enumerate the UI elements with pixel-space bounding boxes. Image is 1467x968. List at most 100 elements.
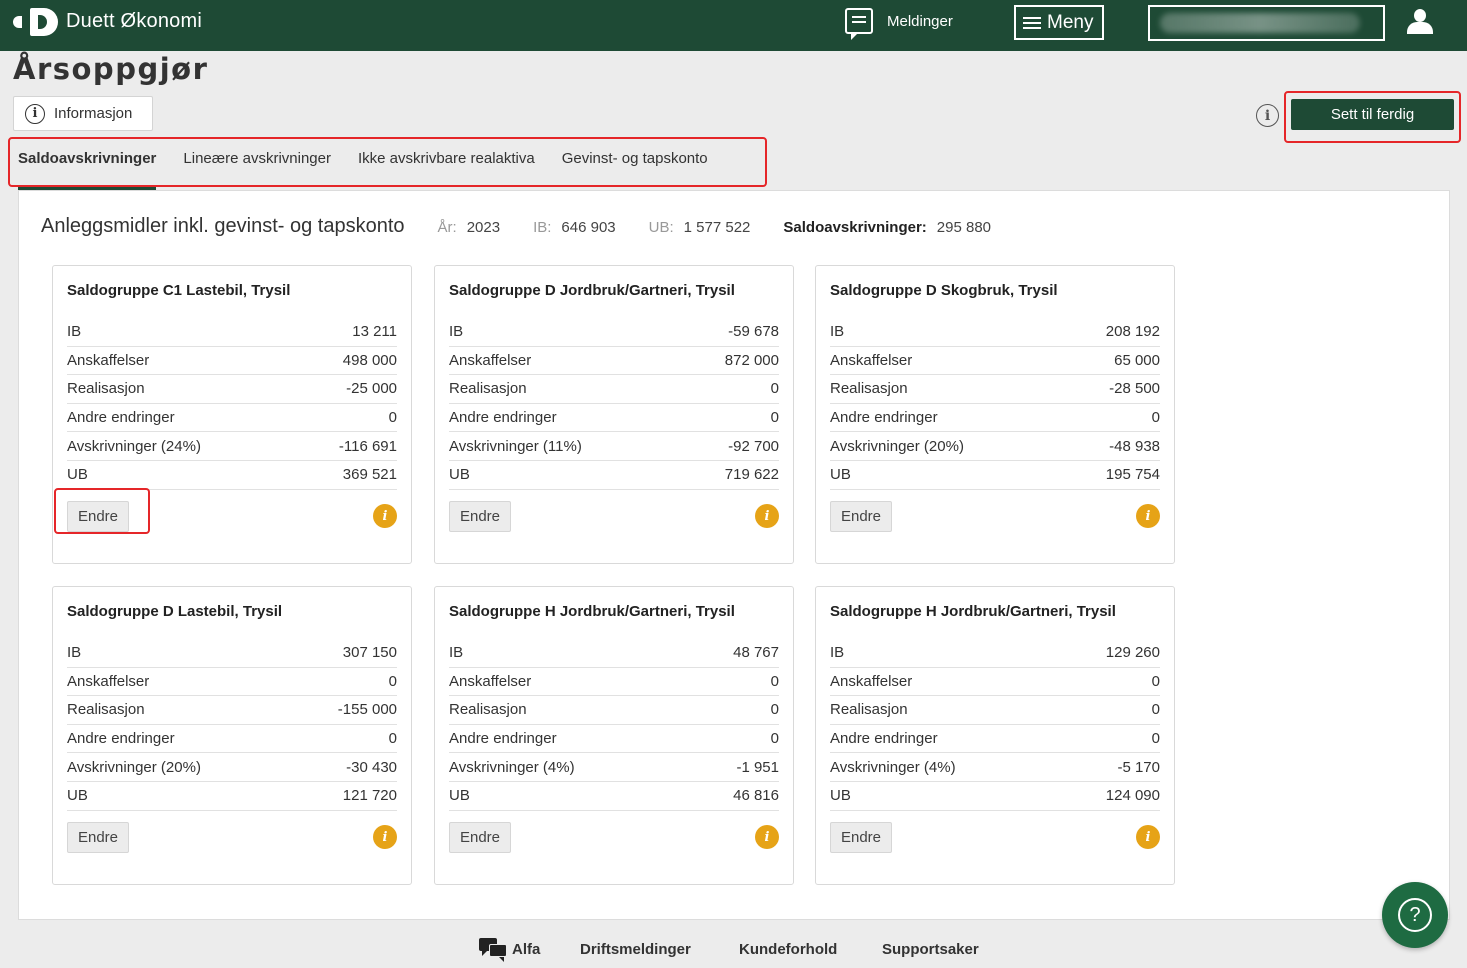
edit-button[interactable]: Endre <box>830 821 892 853</box>
row-value: 0 <box>388 409 397 427</box>
card-row: IB 208 192 <box>830 318 1160 347</box>
row-value: -48 938 <box>1109 437 1160 455</box>
card-title: Saldogruppe H Jordbruk/Gartneri, Trysil <box>830 603 1116 620</box>
row-value: 0 <box>388 672 397 690</box>
messages-button[interactable]: Meldinger <box>845 8 953 40</box>
row-label: UB <box>830 787 851 805</box>
set-done-button[interactable]: Sett til ferdig <box>1291 99 1454 130</box>
card-row: Realisasjon 0 <box>830 696 1160 725</box>
logo[interactable]: Duett Økonomi <box>10 6 202 36</box>
saldogruppe-card: Saldogruppe H Jordbruk/Gartneri, Trysil I… <box>815 586 1175 885</box>
footer-link-alfa[interactable]: Alfa <box>512 941 540 958</box>
row-value: 0 <box>1151 730 1160 748</box>
warning-icon[interactable]: i <box>1136 825 1160 850</box>
row-label: IB <box>449 644 464 662</box>
row-value: 0 <box>770 672 779 690</box>
card-row: IB 48 767 <box>449 639 779 668</box>
saldogruppe-card: Saldogruppe D Skogbruk, Trysil IB 208 192 A… <box>815 265 1175 564</box>
row-value: 65 000 <box>1114 351 1160 369</box>
edit-button[interactable]: Endre <box>830 500 892 532</box>
row-value: -92 700 <box>728 437 779 455</box>
edit-button[interactable]: Endre <box>67 821 129 853</box>
help-button[interactable]: ? <box>1382 882 1448 948</box>
information-label: Informasjon <box>54 105 133 122</box>
user-icon[interactable] <box>1406 9 1434 35</box>
warning-icon[interactable]: i <box>1136 504 1160 529</box>
row-value: 13 211 <box>352 323 397 341</box>
row-value: 0 <box>770 409 779 427</box>
row-label: IB <box>830 323 845 341</box>
card-title: Saldogruppe D Skogbruk, Trysil <box>830 282 1058 299</box>
card-footer: Endre i <box>449 821 779 853</box>
row-value: -1 951 <box>736 758 779 776</box>
row-value: 124 090 <box>1105 787 1160 805</box>
card-row: Andre endringer 0 <box>67 404 397 433</box>
row-label: Realisasjon <box>449 701 527 719</box>
card-row: Andre endringer 0 <box>830 404 1160 433</box>
edit-button[interactable]: Endre <box>449 500 511 532</box>
row-value: 121 720 <box>342 787 397 805</box>
row-label: UB <box>67 466 88 484</box>
card-row: UB 124 090 <box>830 782 1160 811</box>
warning-icon[interactable]: i <box>755 825 779 850</box>
row-value: -116 691 <box>338 437 397 455</box>
row-label: Realisasjon <box>67 701 145 719</box>
page-title: Årsoppgjør <box>13 52 209 86</box>
card-footer: Endre i <box>67 821 397 853</box>
card-row: Avskrivninger (11%) -92 700 <box>449 432 779 461</box>
depreciation-value: 295 880 <box>936 219 992 236</box>
card-footer: Endre i <box>830 500 1160 532</box>
edit-button[interactable]: Endre <box>449 821 511 853</box>
row-value: 0 <box>388 730 397 748</box>
row-label: Anskaffelser <box>449 672 532 690</box>
row-value: 48 767 <box>733 644 779 662</box>
row-label: Realisasjon <box>830 701 908 719</box>
message-icon <box>845 8 873 40</box>
row-value: 719 622 <box>724 466 779 484</box>
row-label: Anskaffelser <box>67 351 150 369</box>
app-title: Duett Økonomi <box>66 9 202 32</box>
card-row: Andre endringer 0 <box>830 725 1160 754</box>
card-row: Avskrivninger (20%) -30 430 <box>67 753 397 782</box>
highlight-endre <box>54 488 150 534</box>
warning-icon[interactable]: i <box>373 504 397 529</box>
client-selector[interactable] <box>1148 5 1385 41</box>
footer-link-kundeforhold[interactable]: Kundeforhold <box>739 941 837 958</box>
card-row: Realisasjon 0 <box>449 696 779 725</box>
footer-link-supportsaker[interactable]: Supportsaker <box>882 941 979 958</box>
footer: Alfa Driftsmeldinger Kundeforhold Suppor… <box>0 935 1467 968</box>
card-row: Avskrivninger (4%) -1 951 <box>449 753 779 782</box>
warning-icon[interactable]: i <box>373 825 397 850</box>
information-button[interactable]: i Informasjon <box>13 96 153 131</box>
help-info-icon[interactable]: i <box>1256 104 1279 127</box>
card-row: Andre endringer 0 <box>449 725 779 754</box>
row-label: Realisasjon <box>830 380 908 398</box>
card-row: UB 369 521 <box>67 461 397 490</box>
duett-logo-icon <box>10 6 60 36</box>
ub-value: 1 577 522 <box>683 219 751 236</box>
row-label: IB <box>830 644 845 662</box>
row-value: 0 <box>1151 672 1160 690</box>
row-label: UB <box>67 787 88 805</box>
year-label: År: <box>437 219 457 236</box>
row-value: -155 000 <box>337 701 397 719</box>
card-row: Anskaffelser 498 000 <box>67 347 397 376</box>
menu-button[interactable]: Meny <box>1014 5 1104 40</box>
warning-icon[interactable]: i <box>755 504 779 529</box>
footer-link-driftsmeldinger[interactable]: Driftsmeldinger <box>580 941 691 958</box>
card-row: Andre endringer 0 <box>67 725 397 754</box>
card-title: Saldogruppe H Jordbruk/Gartneri, Trysil <box>449 603 735 620</box>
row-value: 208 192 <box>1105 323 1160 341</box>
card-row: Realisasjon 0 <box>449 375 779 404</box>
card-row: Realisasjon -25 000 <box>67 375 397 404</box>
row-value: 0 <box>1151 701 1160 719</box>
row-value: -5 170 <box>1117 758 1160 776</box>
year-value: 2023 <box>466 219 501 236</box>
row-label: Avskrivninger (20%) <box>67 758 201 776</box>
card-row: Anskaffelser 872 000 <box>449 347 779 376</box>
card-row: Avskrivninger (4%) -5 170 <box>830 753 1160 782</box>
card-row: UB 195 754 <box>830 461 1160 490</box>
row-value: 872 000 <box>724 351 779 369</box>
row-value: 0 <box>1151 409 1160 427</box>
row-label: Andre endringer <box>449 409 557 427</box>
